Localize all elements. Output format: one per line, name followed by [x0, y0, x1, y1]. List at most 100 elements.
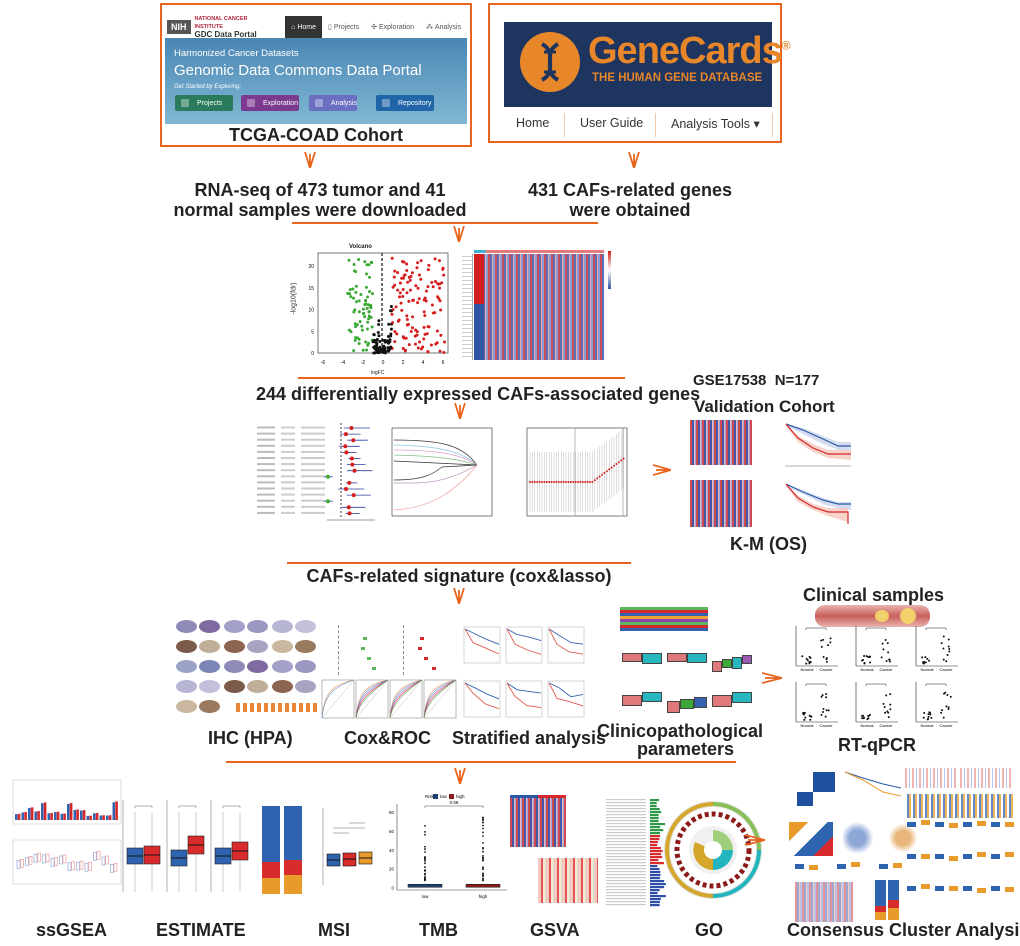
ssgsea-high-box	[108, 815, 112, 820]
volcano-point	[386, 335, 390, 339]
deg-step-text: 244 differentially expressed CAFs-associ…	[256, 384, 701, 404]
roc-curves	[321, 679, 457, 719]
volcano-point	[354, 300, 358, 304]
normal-sample-point	[922, 661, 925, 664]
clinical-samples-title: Clinical samples	[803, 585, 945, 605]
pca-scatter-1	[843, 822, 879, 854]
genecards-nav-analysis-tools[interactable]: Analysis Tools ▾	[671, 116, 760, 131]
genecards-nav-home[interactable]: Home	[516, 116, 549, 130]
cv-point	[579, 481, 582, 483]
volcano-point	[419, 277, 423, 281]
stratified-km-panel	[463, 680, 501, 718]
hpa-bar	[285, 703, 289, 712]
volcano-point	[438, 349, 442, 353]
forest-hr-text	[301, 487, 325, 490]
gsva-label: GSVA	[530, 920, 580, 940]
ssgsea-high-box	[76, 809, 79, 820]
forest-hr-text	[301, 463, 325, 466]
tmb-outlier	[482, 873, 484, 876]
clinical-boxplot-box	[622, 695, 642, 706]
volcano-point	[367, 310, 371, 314]
genecards-nav-user-guide[interactable]: User Guide	[580, 116, 643, 130]
cluster-boxplot-box	[921, 854, 930, 860]
cluster-boxplot-box	[991, 822, 1000, 827]
normal-sample-point	[929, 713, 932, 716]
volcano-point	[352, 263, 356, 267]
forest-hr-text	[301, 511, 325, 514]
volcano-point	[383, 338, 387, 342]
ssgsea-low-box	[41, 803, 44, 820]
ihc-tissue-sample	[272, 660, 293, 673]
forest-pvalue	[281, 499, 295, 502]
gdc-repository-button[interactable]: Repository	[376, 95, 434, 111]
forest-pvalue	[281, 457, 295, 459]
heatmap-cells	[474, 254, 604, 360]
volcano-point	[398, 281, 402, 285]
cancer-sample-point	[942, 716, 945, 719]
volcano-point	[372, 333, 376, 337]
gsva-bar	[650, 853, 662, 856]
normal-sample-point	[930, 716, 933, 719]
volcano-point	[402, 336, 406, 340]
volcano-xtick: 2	[402, 360, 405, 366]
tmb-outlier	[424, 851, 426, 853]
cancer-sample-point	[947, 645, 950, 648]
volcano-point	[413, 342, 417, 346]
gsva-bar	[650, 835, 661, 838]
volcano-point	[354, 336, 358, 340]
lasso-coefficient-plot	[391, 427, 493, 517]
volcano-point	[420, 347, 424, 351]
cluster-stacked-bars	[875, 880, 899, 920]
cluster-boxplot-box	[949, 885, 958, 891]
gdc-nav-home[interactable]: ⌂ Home	[285, 16, 323, 38]
group-label: Normal	[801, 667, 814, 672]
hero-subtitle: Harmonized Cancer Datasets	[174, 48, 299, 59]
gdc-projects-button[interactable]: Projects	[175, 95, 233, 111]
gdc-nav-exploration[interactable]: ✣ Exploration	[365, 16, 420, 38]
ssgsea-low-box	[54, 812, 57, 820]
forest-hr-text	[301, 426, 325, 429]
forest-point	[352, 468, 357, 473]
gsva-bar-label	[606, 805, 646, 807]
gsva-bar	[650, 862, 665, 865]
volcano-point	[410, 326, 414, 330]
volcano-point	[405, 314, 409, 318]
forest-gene-label	[257, 481, 275, 484]
cv-point	[548, 481, 551, 483]
volcano-point	[377, 334, 381, 338]
msi-boxplot	[322, 808, 373, 885]
gdc-nav-projects[interactable]: ▯ Projects	[322, 16, 365, 38]
gsva-bar-label	[606, 880, 646, 882]
normal-sample-point	[924, 661, 927, 664]
cv-point	[605, 470, 608, 473]
cluster-immune-boxplot	[907, 794, 1015, 818]
rnaseq-step-text: RNA-seq of 473 tumor and 41 normal sampl…	[170, 180, 470, 220]
gdc-exploration-button[interactable]: Exploration	[241, 95, 299, 111]
hpa-bar	[243, 703, 247, 712]
volcano-point	[370, 292, 374, 296]
cluster-boxplot-box	[837, 864, 846, 869]
gsva-bar-label	[606, 856, 646, 858]
volcano-point	[390, 312, 394, 316]
cluster-boxplot-box	[921, 883, 930, 889]
cv-point	[596, 477, 599, 480]
stratified-km-panel	[547, 680, 585, 718]
gdc-analysis-button[interactable]: Analysis	[309, 95, 357, 111]
cluster-boxplot-box	[963, 854, 972, 859]
ssgsea-high-box	[82, 810, 86, 820]
gsva-bar-label	[606, 859, 646, 861]
cancer-sample-point	[881, 642, 884, 645]
cox-roc-label: Cox&ROC	[344, 728, 432, 748]
volcano-point	[415, 330, 419, 334]
volcano-xtick: -4	[341, 360, 346, 366]
cv-point	[543, 481, 546, 483]
tmb-outlier	[482, 831, 484, 834]
volcano-point	[389, 304, 393, 308]
hpa-bar	[257, 703, 261, 712]
volcano-point	[365, 295, 369, 299]
cluster-boxplot-box	[935, 822, 944, 827]
right-arrow-icon	[762, 672, 782, 684]
gdc-nav-analysis[interactable]: ⁂ Analysis	[420, 16, 467, 38]
gsva-bar-label	[606, 826, 646, 828]
cv-point	[601, 473, 603, 476]
